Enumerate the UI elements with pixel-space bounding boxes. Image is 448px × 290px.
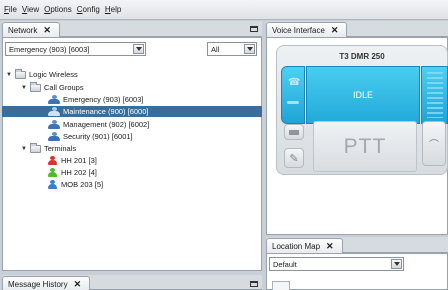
tree-item-terminal[interactable]: HH 201 [3] bbox=[47, 155, 97, 166]
tab-message-history-label: Message History bbox=[8, 279, 68, 289]
person-icon bbox=[47, 156, 58, 165]
tab-location-map-label: Location Map bbox=[272, 241, 321, 251]
location-tabstrip: Location Map ✕ bbox=[266, 237, 448, 253]
tree-item-call-group-selected[interactable]: Maintenance (900) [6000] bbox=[2, 106, 262, 117]
tree-node-call-groups[interactable]: ▼ Call Groups bbox=[21, 81, 84, 93]
call-group-label: Emergency (903) [6003] bbox=[63, 95, 144, 104]
tab-network[interactable]: Network ✕ bbox=[2, 22, 60, 37]
tree-node-root[interactable]: ▼ Logic Wireless bbox=[6, 68, 78, 80]
minimize-icon[interactable] bbox=[250, 26, 258, 32]
expand-icon[interactable]: ▼ bbox=[21, 85, 27, 91]
tree-node-terminals[interactable]: ▼ Terminals bbox=[21, 142, 77, 154]
chevron-down-icon[interactable] bbox=[244, 44, 255, 54]
group-icon bbox=[48, 95, 60, 104]
close-icon[interactable]: ✕ bbox=[331, 25, 339, 35]
chevron-down-icon[interactable] bbox=[133, 44, 144, 54]
group-icon bbox=[48, 107, 60, 116]
person-icon bbox=[47, 168, 58, 177]
message-history-tabstrip: Message History ✕ bbox=[2, 275, 262, 290]
network-tabstrip: Network ✕ bbox=[2, 21, 262, 37]
ptt-label: PTT bbox=[343, 134, 387, 158]
display-status: IDLE bbox=[352, 90, 373, 100]
menu-key[interactable] bbox=[284, 124, 304, 140]
tool-key[interactable]: ✎ bbox=[284, 148, 304, 168]
radio-display: IDLE bbox=[306, 66, 420, 124]
expand-icon[interactable]: ▼ bbox=[21, 146, 27, 152]
voice-tabstrip: Voice Interface ✕ bbox=[266, 21, 448, 37]
menu-options[interactable]: Options bbox=[44, 5, 72, 14]
terminal-label: MOB 203 [5] bbox=[61, 180, 104, 189]
tree-item-call-group[interactable]: Security (901) [6001] bbox=[48, 131, 133, 142]
group-select-value: Emergency (903) [6003] bbox=[9, 44, 90, 54]
call-group-label: Security (901) [6001] bbox=[63, 132, 133, 141]
menu-file[interactable]: File bbox=[4, 5, 17, 14]
tab-network-label: Network bbox=[8, 25, 38, 35]
tab-message-history[interactable]: Message History ✕ bbox=[2, 276, 91, 290]
tree-call-groups-label: Call Groups bbox=[44, 83, 84, 92]
chevron-down-icon[interactable] bbox=[391, 259, 402, 269]
group-icon bbox=[48, 120, 60, 129]
filter-select-value: All bbox=[211, 44, 220, 54]
tab-voice-interface[interactable]: Voice Interface ✕ bbox=[266, 22, 348, 37]
map-area[interactable] bbox=[272, 281, 290, 290]
map-select-value: Default bbox=[273, 259, 297, 269]
folder-icon bbox=[15, 68, 26, 79]
speaker-icon: ⌒ bbox=[429, 140, 439, 151]
wrench-icon: ✎ bbox=[289, 152, 299, 165]
keypad-icon bbox=[427, 72, 443, 118]
folder-icon bbox=[30, 81, 41, 92]
menu-config[interactable]: Config bbox=[77, 5, 100, 14]
menu-help[interactable]: Help bbox=[105, 5, 121, 14]
close-icon[interactable]: ✕ bbox=[43, 25, 51, 35]
filter-select[interactable]: All bbox=[207, 42, 257, 56]
tree-item-terminal[interactable]: HH 202 [4] bbox=[47, 167, 97, 178]
close-icon[interactable]: ✕ bbox=[74, 279, 82, 289]
menu-view[interactable]: View bbox=[22, 5, 39, 14]
minimize-icon[interactable] bbox=[250, 281, 258, 287]
folder-icon bbox=[30, 142, 41, 153]
close-icon[interactable]: ✕ bbox=[326, 241, 334, 251]
ptt-button[interactable]: PTT bbox=[313, 121, 417, 172]
tab-location-map[interactable]: Location Map ✕ bbox=[266, 238, 343, 253]
call-group-label: Management (902) [6002] bbox=[63, 120, 150, 129]
tree-item-call-group[interactable]: Emergency (903) [6003] bbox=[48, 94, 143, 105]
tree-item-call-group[interactable]: Management (902) [6002] bbox=[48, 119, 149, 130]
tree-terminals-label: Terminals bbox=[44, 144, 77, 153]
device-model: T3 DMR 250 bbox=[339, 52, 385, 61]
tree-root-label: Logic Wireless bbox=[29, 70, 78, 79]
expand-icon[interactable]: ▼ bbox=[6, 72, 12, 78]
tree-item-terminal[interactable]: MOB 203 [5] bbox=[47, 179, 103, 190]
call-key[interactable]: ☎ bbox=[281, 66, 305, 124]
group-select[interactable]: Emergency (903) [6003] bbox=[5, 42, 146, 56]
terminal-label: HH 201 [3] bbox=[61, 156, 97, 165]
keypad-strip[interactable] bbox=[421, 66, 448, 124]
volume-key[interactable]: ⌒ bbox=[422, 121, 446, 166]
phone-icon: ☎ bbox=[288, 77, 301, 88]
menu-bar: File View Options Config Help bbox=[0, 0, 448, 20]
group-icon bbox=[48, 132, 60, 141]
map-select[interactable]: Default bbox=[269, 257, 404, 271]
tab-voice-interface-label: Voice Interface bbox=[272, 25, 325, 35]
hangup-icon bbox=[287, 101, 299, 104]
terminal-label: HH 202 [4] bbox=[61, 168, 97, 177]
person-icon bbox=[47, 180, 58, 189]
menu-key-icon bbox=[289, 129, 299, 135]
call-group-label: Maintenance (900) [6000] bbox=[63, 107, 149, 116]
